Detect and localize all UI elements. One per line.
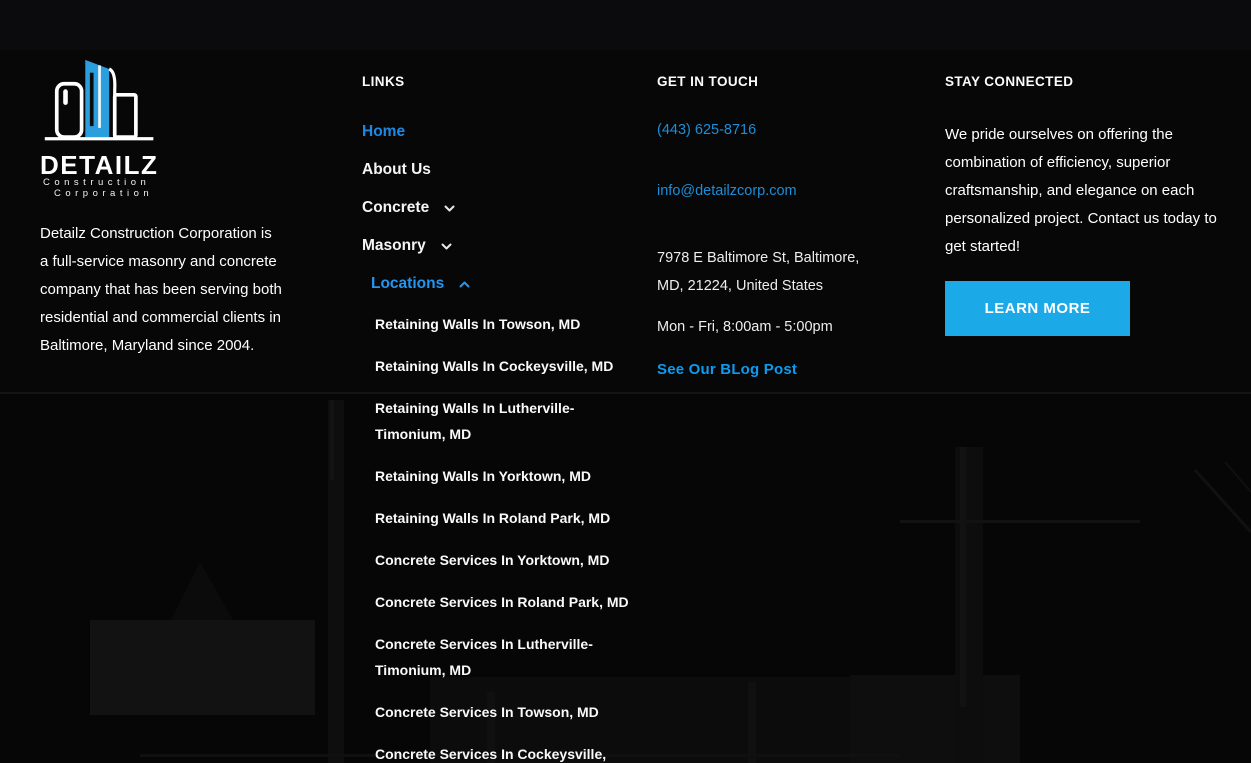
address-line2: MD, 21224, United States <box>657 278 823 294</box>
company-description: Detailz Construction Corporation is a fu… <box>40 220 282 360</box>
location-link[interactable]: Concrete Services In Towson, MD <box>375 704 599 720</box>
location-link-item[interactable]: Concrete Services In Yorktown, MD <box>362 539 630 581</box>
company-logo[interactable]: DETAILZ Construction Corporation <box>40 58 190 199</box>
location-link[interactable]: Retaining Walls In Cockeysville, MD <box>375 358 613 374</box>
location-link[interactable]: Retaining Walls In Lutherville-Timonium,… <box>375 400 574 442</box>
stay-connected-heading: STAY CONNECTED <box>945 74 1225 89</box>
stay-connected-text: We pride ourselves on offering the combi… <box>945 121 1220 261</box>
concrete-link[interactable]: Concrete <box>362 199 429 217</box>
location-link[interactable]: Retaining Walls In Yorktown, MD <box>375 468 591 484</box>
phone-link[interactable]: (443) 625-8716 <box>657 122 932 138</box>
location-link-item[interactable]: Concrete Services In Lutherville-Timoniu… <box>362 623 630 691</box>
top-section-edge <box>0 0 1251 50</box>
masonry-link[interactable]: Masonry <box>362 237 426 255</box>
location-link-item[interactable]: Retaining Walls In Cockeysville, MD <box>362 345 630 387</box>
address-text: 7978 E Baltimore St, Baltimore, MD, 2122… <box>657 245 932 300</box>
location-link[interactable]: Retaining Walls In Towson, MD <box>375 316 580 332</box>
chevron-down-icon[interactable] <box>443 202 456 215</box>
nav-item-home[interactable]: Home <box>362 113 642 151</box>
branding-column: DETAILZ Construction Corporation Detailz… <box>40 58 342 199</box>
location-link-item[interactable]: Retaining Walls In Lutherville-Timonium,… <box>362 387 630 455</box>
logo-subtitle-line1: Construction <box>43 178 190 189</box>
logo-wordmark: DETAILZ <box>40 152 190 178</box>
location-link[interactable]: Retaining Walls In Roland Park, MD <box>375 510 610 526</box>
location-link-item[interactable]: Retaining Walls In Roland Park, MD <box>362 497 630 539</box>
location-link-item[interactable]: Concrete Services In Towson, MD <box>362 691 630 733</box>
footer-nav: Home About Us Concrete Masonry Locations <box>362 113 642 303</box>
location-link[interactable]: Concrete Services In Roland Park, MD <box>375 594 629 610</box>
locations-link[interactable]: Locations <box>371 275 444 293</box>
nav-item-concrete[interactable]: Concrete <box>362 189 642 227</box>
home-link[interactable]: Home <box>362 123 405 141</box>
location-link[interactable]: Concrete Services In Cockeysville, MD <box>375 746 606 763</box>
logo-subtitle-line2: Corporation <box>54 189 190 200</box>
location-link[interactable]: Concrete Services In Yorktown, MD <box>375 552 609 568</box>
location-link-item[interactable]: Retaining Walls In Yorktown, MD <box>362 455 630 497</box>
email-link[interactable]: info@detailzcorp.com <box>657 183 932 199</box>
learn-more-button[interactable]: LEARN MORE <box>945 281 1130 336</box>
links-column: LINKS Home About Us Concrete Masonry Loc… <box>362 74 642 763</box>
address-line1: 7978 E Baltimore St, Baltimore, <box>657 250 859 266</box>
chevron-down-icon[interactable] <box>440 240 453 253</box>
nav-item-masonry[interactable]: Masonry <box>362 227 642 265</box>
business-hours: Mon - Fri, 8:00am - 5:00pm <box>657 319 932 335</box>
location-link-item[interactable]: Concrete Services In Roland Park, MD <box>362 581 630 623</box>
nav-item-locations[interactable]: Locations <box>362 265 642 303</box>
site-footer: DETAILZ Construction Corporation Detailz… <box>0 0 1251 763</box>
about-us-link[interactable]: About Us <box>362 161 431 179</box>
buildings-logo-icon <box>44 58 156 150</box>
locations-submenu: Retaining Walls In Towson, MD Retaining … <box>362 303 630 763</box>
contact-column: GET IN TOUCH (443) 625-8716 info@detailz… <box>657 74 932 378</box>
blog-post-link[interactable]: See Our BLog Post <box>657 361 932 378</box>
chevron-up-icon[interactable] <box>458 278 471 291</box>
location-link[interactable]: Concrete Services In Lutherville-Timoniu… <box>375 636 593 678</box>
links-heading: LINKS <box>362 74 642 89</box>
stay-connected-column: STAY CONNECTED We pride ourselves on off… <box>945 74 1225 336</box>
location-link-item[interactable]: Retaining Walls In Towson, MD <box>362 303 630 345</box>
contact-heading: GET IN TOUCH <box>657 74 932 89</box>
nav-item-about-us[interactable]: About Us <box>362 151 642 189</box>
location-link-item[interactable]: Concrete Services In Cockeysville, MD <box>362 733 630 763</box>
